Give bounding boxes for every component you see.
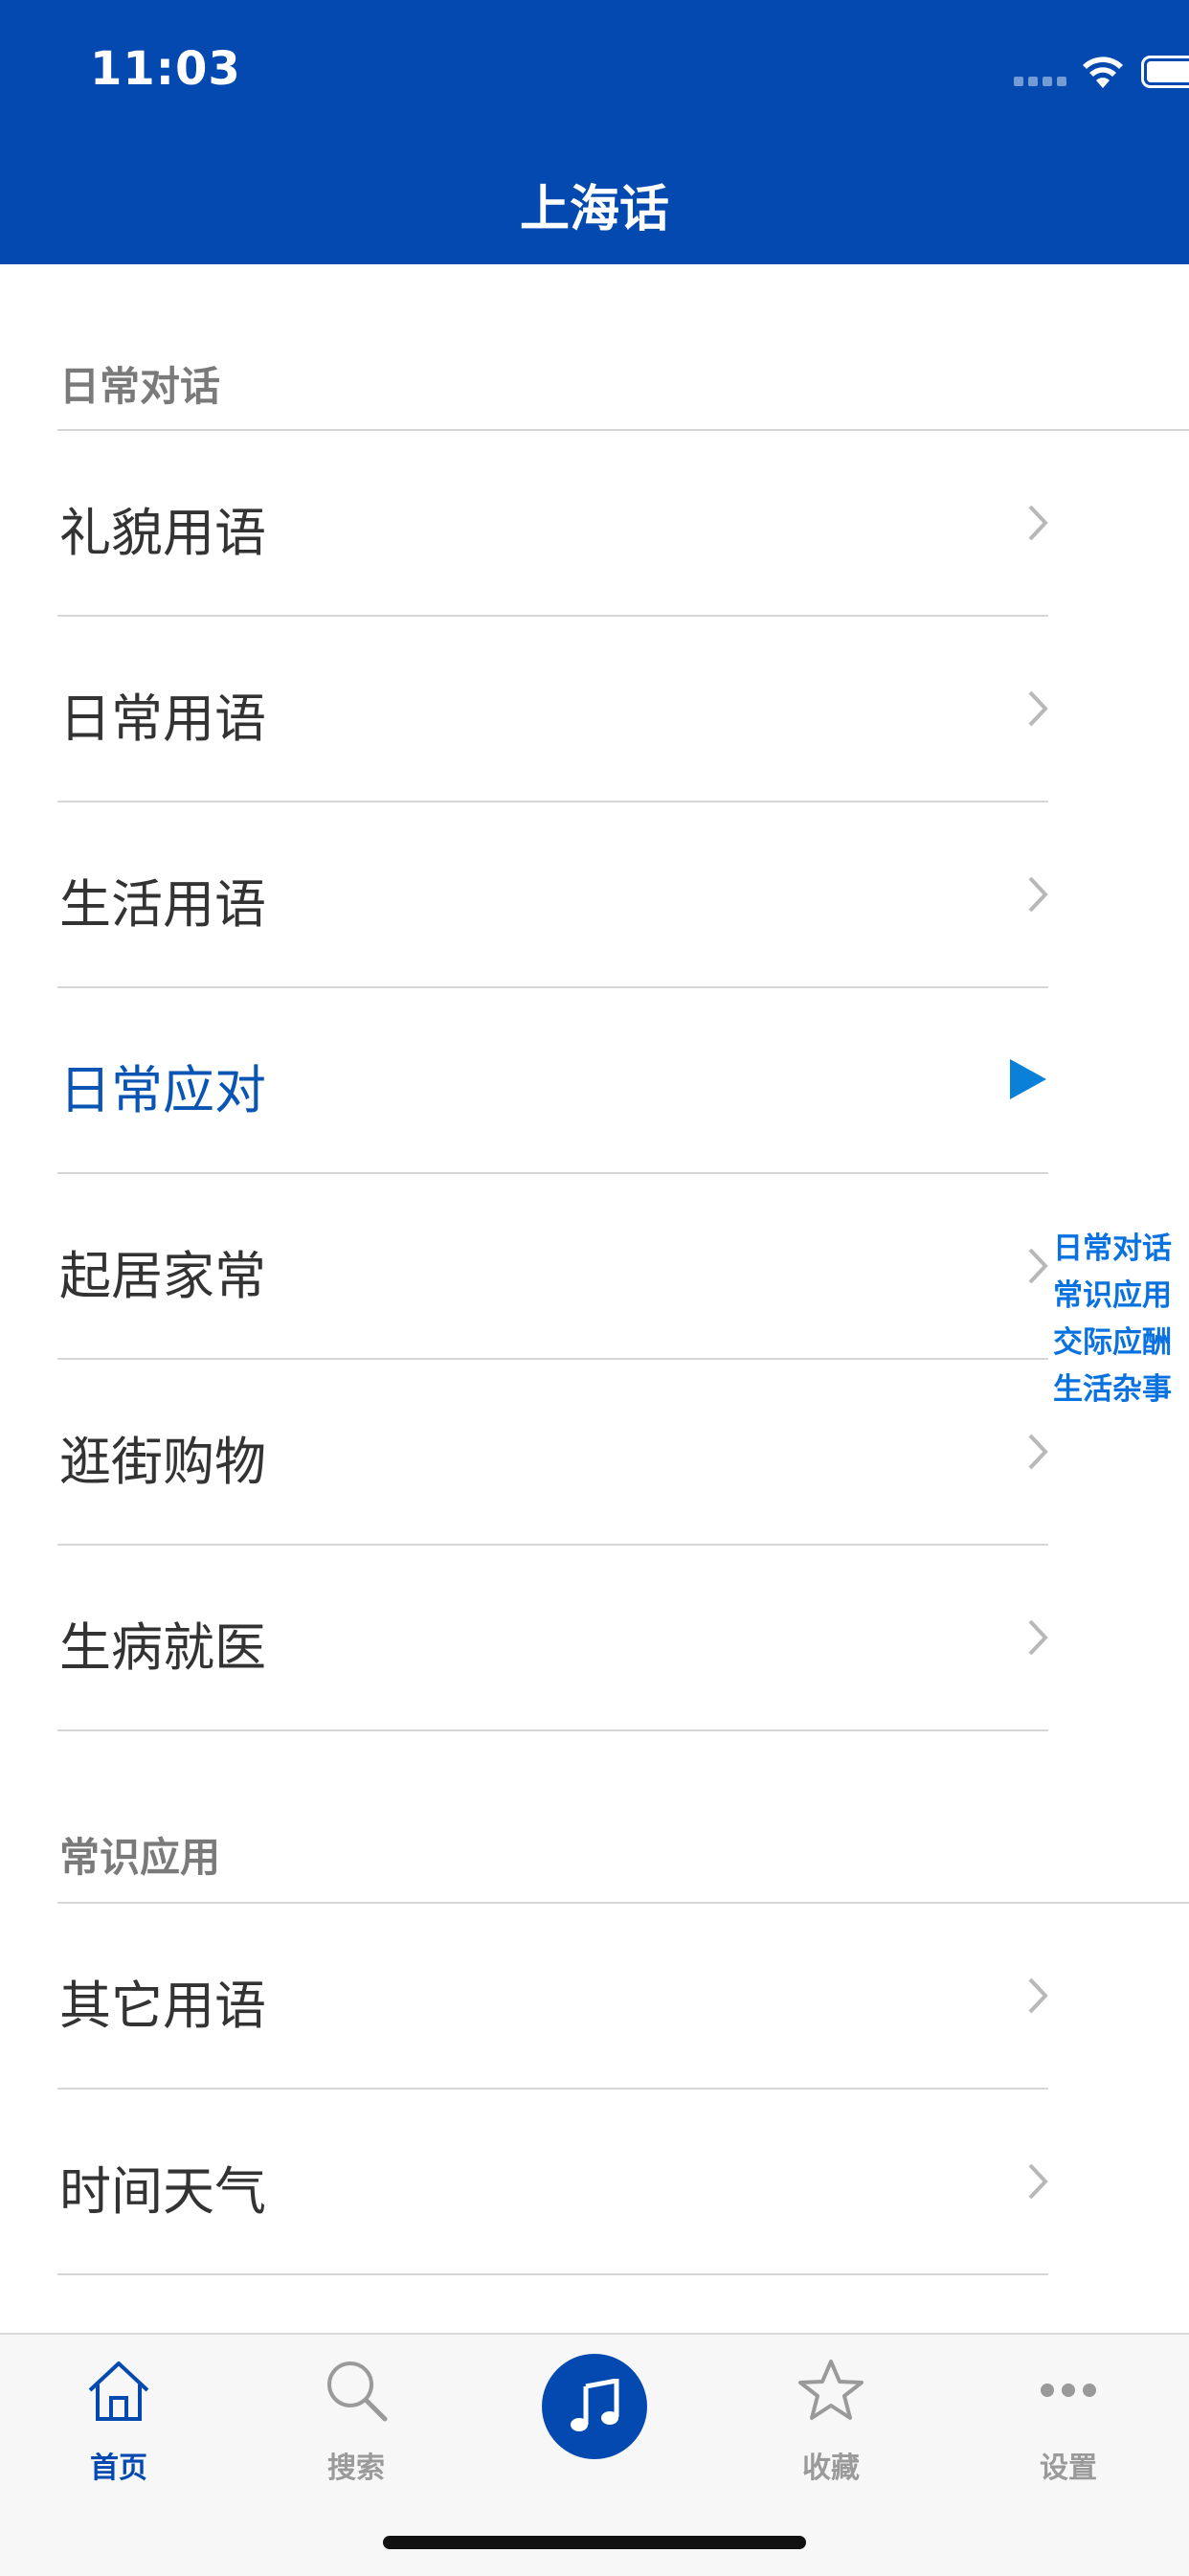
list-item[interactable]: 其它用语 xyxy=(0,1904,1048,2090)
star-icon xyxy=(796,2356,865,2425)
home-icon xyxy=(84,2356,153,2425)
section-header-common-knowledge: 常识应用 xyxy=(59,1825,220,1884)
chevron-right-icon xyxy=(1027,689,1048,728)
list-item[interactable]: 礼貌用语 xyxy=(0,431,1048,617)
section-header-daily-conversation: 日常对话 xyxy=(59,354,220,413)
chevron-right-icon xyxy=(1027,2162,1048,2201)
tab-label: 设置 xyxy=(950,2444,1187,2486)
list-item[interactable]: 起居家常 xyxy=(0,1174,1048,1360)
list-item[interactable]: 逛街购物 xyxy=(0,1360,1048,1546)
music-note-icon xyxy=(569,2379,622,2436)
chevron-right-icon xyxy=(1027,1618,1048,1657)
tab-home[interactable]: 首页 xyxy=(0,2335,237,2488)
list-item-label: 逛街购物 xyxy=(59,1419,266,1495)
wifi-icon xyxy=(1079,52,1127,90)
chevron-right-icon xyxy=(1027,1247,1048,1285)
more-icon xyxy=(1034,2356,1103,2425)
cellular-signal-icon xyxy=(1014,77,1067,88)
row-divider xyxy=(57,2273,1048,2275)
list-item-label: 生活用语 xyxy=(59,862,266,938)
list-item-active[interactable]: 日常应对 xyxy=(0,988,1048,1174)
home-indicator[interactable] xyxy=(383,2536,806,2549)
list-item-label: 生病就医 xyxy=(59,1605,266,1681)
list-item-label: 日常用语 xyxy=(59,676,266,752)
list-item[interactable]: 生病就医 xyxy=(0,1546,1048,1731)
list-item[interactable]: 时间天气 xyxy=(0,2090,1048,2275)
index-item[interactable]: 生活杂事 xyxy=(1053,1367,1185,1413)
page-title: 上海话 xyxy=(0,169,1189,240)
tab-settings[interactable]: 设置 xyxy=(950,2335,1187,2488)
tab-label: 收藏 xyxy=(712,2444,950,2486)
list-item-label: 其它用语 xyxy=(59,1963,266,2039)
play-icon xyxy=(1008,1057,1048,1101)
status-time: 11:03 xyxy=(90,42,241,96)
list-item[interactable]: 生活用语 xyxy=(0,802,1048,988)
section-index[interactable]: 日常对话 常识应用 交际应酬 生活杂事 xyxy=(1053,1226,1185,1413)
index-item[interactable]: 交际应酬 xyxy=(1053,1320,1185,1367)
tab-label: 搜索 xyxy=(237,2444,475,2486)
index-item[interactable]: 常识应用 xyxy=(1053,1273,1185,1320)
chevron-right-icon xyxy=(1027,875,1048,914)
chevron-right-icon xyxy=(1027,1433,1048,1471)
navigation-header: 11:03 上海话 xyxy=(0,0,1189,264)
list-item[interactable]: 日常用语 xyxy=(0,617,1048,802)
list-item-label: 礼貌用语 xyxy=(59,490,266,566)
search-icon xyxy=(322,2356,391,2425)
tab-favorites[interactable]: 收藏 xyxy=(712,2335,950,2488)
tab-search[interactable]: 搜索 xyxy=(237,2335,475,2488)
chevron-right-icon xyxy=(1027,504,1048,542)
chevron-right-icon xyxy=(1027,1977,1048,2015)
list-item-label: 时间天气 xyxy=(59,2149,266,2225)
row-divider xyxy=(57,1729,1048,1731)
tab-label: 首页 xyxy=(0,2444,237,2486)
list-item-label: 日常应对 xyxy=(59,1048,266,1123)
list-item-label: 起居家常 xyxy=(59,1233,266,1309)
battery-icon xyxy=(1141,56,1189,88)
index-item[interactable]: 日常对话 xyxy=(1053,1226,1185,1273)
audio-player-button[interactable] xyxy=(542,2354,647,2459)
